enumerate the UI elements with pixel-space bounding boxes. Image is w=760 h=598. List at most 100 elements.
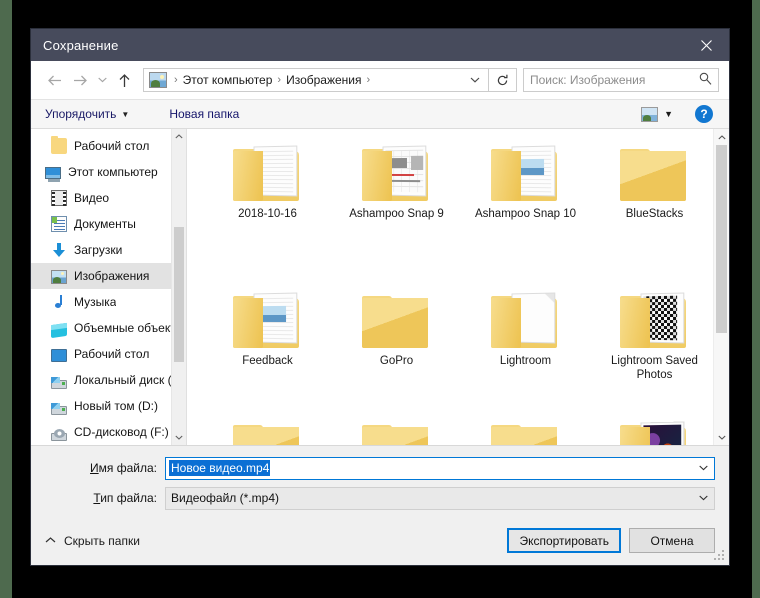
arrow-left-icon [47, 75, 61, 85]
chevron-down-icon [97, 77, 107, 83]
sidebar-item-label: Видео [74, 191, 110, 205]
arrow-up-icon [119, 73, 129, 87]
file-item[interactable]: Ashampoo Snap 10 [461, 135, 590, 278]
3d-objects-icon [51, 322, 67, 338]
chevron-down-icon [175, 435, 183, 440]
chevron-down-icon [717, 435, 726, 440]
file-item[interactable]: BlueStacks [590, 135, 719, 278]
file-item-label: Ashampoo Snap 9 [349, 208, 444, 220]
filename-dropdown-button[interactable] [692, 458, 714, 479]
file-item-label: BlueStacks [625, 208, 684, 220]
sidebar-scroll-up-button[interactable] [172, 129, 186, 144]
file-item[interactable]: Ashampoo Snap 9 [332, 135, 461, 278]
file-item[interactable] [332, 411, 461, 445]
dialog-actions: Скрыть папки Экспортировать Отмена [31, 516, 729, 565]
file-scroll-down-button[interactable] [714, 429, 729, 445]
file-item[interactable]: Lightroom Saved Photos [590, 282, 719, 425]
sidebar-item[interactable]: Видео [31, 185, 186, 211]
sidebar-item[interactable]: Рабочий стол [31, 133, 186, 159]
computer-icon [45, 167, 61, 182]
chevron-up-icon [717, 134, 726, 139]
sidebar-scroll-thumb[interactable] [174, 227, 184, 362]
folder-icon [361, 143, 432, 201]
filename-label-rest: мя файла: [98, 461, 157, 475]
sidebar-item[interactable]: Загрузки [31, 237, 186, 263]
sidebar-item-label: Изображения [74, 269, 150, 283]
chevron-down-icon [698, 465, 708, 471]
filename-input[interactable]: Новое видео.mp4 [165, 456, 715, 480]
file-item[interactable] [590, 411, 719, 445]
filename-row: Имя файла: Новое видео.mp4 [45, 456, 715, 480]
file-scroll-up-button[interactable] [714, 129, 729, 145]
sidebar-item[interactable]: Изображения [31, 263, 186, 289]
sidebar-item[interactable]: Этот компьютер [31, 159, 186, 185]
sidebar-item[interactable]: Рабочий стол [31, 341, 186, 367]
search-input[interactable]: Поиск: Изображения [530, 73, 699, 87]
pictures-icon [149, 72, 167, 88]
sidebar-scroll-down-button[interactable] [172, 430, 186, 445]
sidebar-item-label: Объемные объекты [74, 321, 185, 335]
sidebar-item[interactable]: Новый том (D:) [31, 393, 186, 419]
file-list-pane: 2018-10-16 Ashampoo Snap 9 Ashampoo Snap 1… [187, 129, 729, 445]
file-item[interactable]: Lightroom [461, 282, 590, 425]
filename-label-accel: И [90, 461, 99, 475]
music-icon [51, 294, 67, 310]
recent-locations-button[interactable] [93, 67, 111, 93]
new-folder-button[interactable]: Новая папка [169, 107, 239, 121]
address-bar[interactable]: › Этот компьютер › Изображения › [143, 68, 489, 92]
sidebar-item[interactable]: Документы [31, 211, 186, 237]
file-item-label: Lightroom [499, 355, 552, 367]
breadcrumb-item-pictures[interactable]: Изображения [284, 73, 363, 87]
navigation-pane: Рабочий стол Этот компьютер Видео Документы… [31, 129, 186, 445]
sidebar-item-label: Рабочий стол [74, 347, 150, 361]
filename-value: Новое видео.mp4 [169, 460, 271, 476]
command-toolbar: Упорядочить ▼ Новая папка ▼ ? [31, 99, 729, 129]
refresh-button[interactable] [489, 68, 517, 92]
view-mode-dropdown[interactable]: ▼ [662, 109, 681, 119]
help-button[interactable]: ? [695, 105, 713, 123]
sidebar-item-label: Музыка [74, 295, 117, 309]
filetype-select[interactable]: Видеофайл (*.mp4) [165, 486, 715, 510]
address-dropdown-button[interactable] [464, 75, 486, 86]
close-button[interactable] [683, 29, 729, 61]
filename-label: Имя файла: [45, 461, 165, 475]
sidebar-item[interactable]: CD-дисковод (F:) [31, 419, 186, 445]
file-item[interactable]: Feedback [203, 282, 332, 425]
sidebar-item[interactable]: Объемные объекты [31, 315, 186, 341]
file-list-scrollbar[interactable] [713, 129, 729, 445]
new-folder-label: Новая папка [169, 107, 240, 121]
sidebar-item-label: Локальный диск (C:) [74, 373, 186, 387]
file-item[interactable]: GoPro [332, 282, 461, 425]
folder-tree: Рабочий стол Этот компьютер Видео Документы… [31, 133, 186, 445]
refresh-icon [497, 74, 508, 85]
hide-folders-button[interactable]: Скрыть папки [45, 534, 140, 548]
organize-button[interactable]: Упорядочить ▼ [45, 107, 129, 121]
search-box[interactable]: Поиск: Изображения [523, 68, 719, 92]
filetype-dropdown-button[interactable] [692, 488, 714, 509]
file-item[interactable] [203, 411, 332, 445]
sidebar-item-label: Новый том (D:) [74, 399, 158, 413]
cancel-button[interactable]: Отмена [629, 528, 715, 553]
export-button[interactable]: Экспортировать [507, 528, 621, 553]
chevron-up-icon [45, 535, 56, 546]
dialog-body: Рабочий стол Этот компьютер Видео Документы… [31, 129, 729, 445]
file-scroll-thumb[interactable] [716, 145, 727, 333]
close-icon [700, 39, 712, 51]
view-mode-icon[interactable] [641, 106, 659, 122]
file-grid-partial-row [187, 411, 729, 445]
forward-button[interactable] [67, 67, 93, 93]
organize-label: Упорядочить [45, 107, 117, 121]
chevron-up-icon [175, 134, 183, 139]
file-item[interactable]: 2018-10-16 [203, 135, 332, 278]
file-item[interactable] [461, 411, 590, 445]
up-button[interactable] [111, 67, 137, 93]
video-icon [51, 190, 67, 206]
breadcrumb-item-computer[interactable]: Этот компьютер [181, 73, 275, 87]
sidebar-item[interactable]: Музыка [31, 289, 186, 315]
chevron-down-icon: ▼ [121, 109, 130, 119]
resize-grip[interactable] [714, 550, 726, 562]
back-button[interactable] [41, 67, 67, 93]
sidebar-scrollbar[interactable] [171, 129, 186, 445]
sidebar-item[interactable]: Локальный диск (C:) [31, 367, 186, 393]
save-form: Имя файла: Новое видео.mp4 Тип файла: Ви… [31, 445, 729, 516]
